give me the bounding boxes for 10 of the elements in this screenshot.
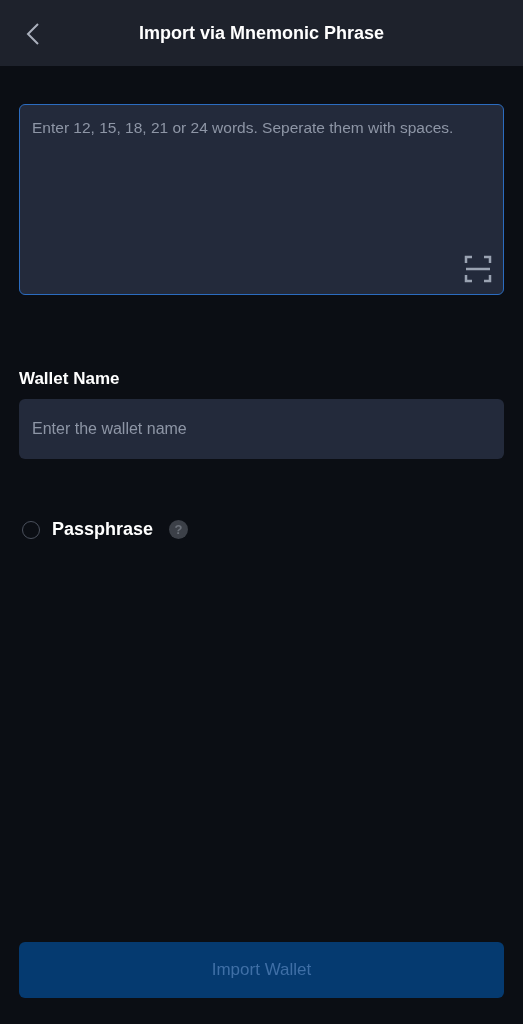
scan-icon [464, 255, 492, 283]
back-button[interactable] [24, 21, 42, 47]
back-icon [26, 22, 40, 46]
screen-title: Import via Mnemonic Phrase [138, 22, 385, 44]
help-icon[interactable]: ? [169, 520, 189, 539]
scan-button[interactable] [464, 255, 492, 283]
wallet-name-field[interactable]: Enter the wallet name [19, 399, 504, 459]
passphrase-label: Passphrase [52, 519, 154, 540]
mnemonic-field[interactable]: Enter 12, 15, 18, 21 or 24 words. Seperate them with spaces. [19, 104, 504, 295]
field-label: Wallet Name [19, 369, 121, 389]
